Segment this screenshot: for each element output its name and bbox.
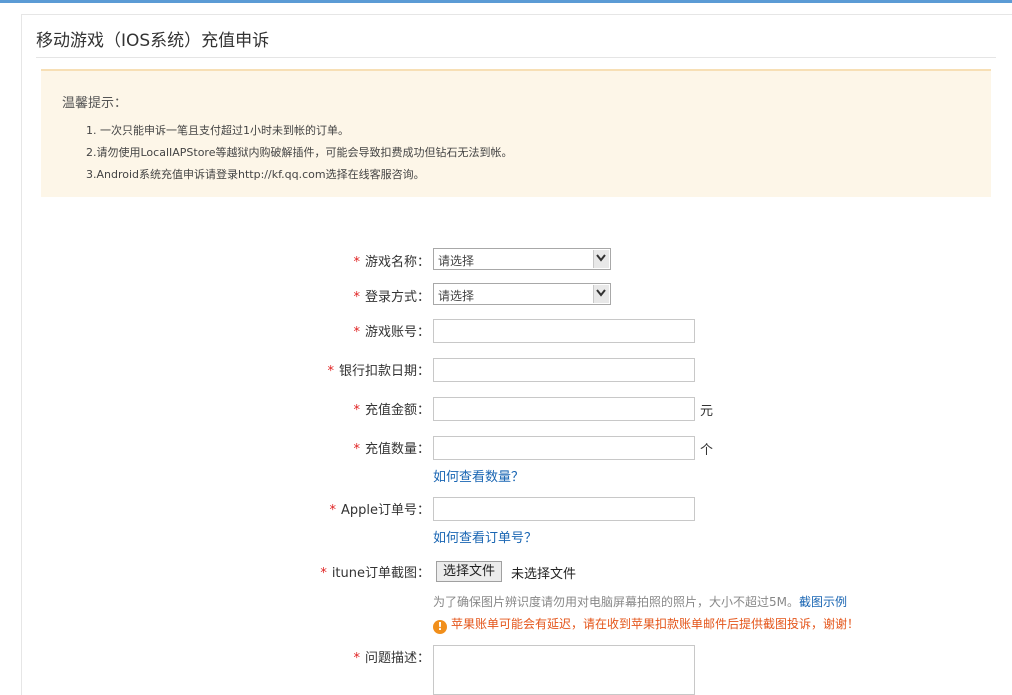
bank-date-label: * 银行扣款日期： (327, 364, 430, 379)
login-method-select-value: 请选择 (438, 289, 475, 303)
required-mark: * (353, 403, 360, 418)
upload-hint-text: 为了确保图片辨识度请勿用对电脑屏幕拍照的照片，大小不超过5M。 (433, 595, 799, 609)
required-mark: * (329, 503, 336, 518)
notice-item: 2.请勿使用LocalIAPStore等越狱内购破解插件，可能会导致扣费成功但钻… (86, 146, 513, 159)
title-divider (36, 57, 996, 58)
game-account-input[interactable] (433, 319, 695, 343)
required-mark: * (353, 651, 360, 666)
how-to-view-order-link[interactable]: 如何查看订单号？ (433, 527, 537, 546)
amount-unit: 元 (700, 404, 714, 419)
page-title: 移动游戏（IOS系统）充值申诉 (36, 31, 270, 51)
login-method-label: * 登录方式： (353, 290, 430, 305)
quantity-label: * 充值数量： (353, 442, 430, 457)
itunes-screenshot-label: * itune订单截图： (320, 566, 430, 581)
how-to-view-quantity-link[interactable]: 如何查看数量？ (433, 466, 524, 485)
amount-input[interactable] (433, 397, 695, 421)
game-name-label: * 游戏名称： (353, 255, 430, 270)
quantity-unit: 个 (700, 443, 714, 458)
game-name-select[interactable]: 请选择 (433, 248, 611, 270)
required-mark: * (353, 325, 360, 340)
screenshot-sample-link[interactable]: 截图示例 (799, 595, 847, 609)
warning-icon: ! (433, 620, 447, 634)
chevron-down-icon[interactable] (593, 285, 609, 303)
delay-warning: ! 苹果账单可能会有延迟，请在收到苹果扣款账单邮件后提供截图投诉，谢谢！ (433, 615, 859, 634)
notice-title: 温馨提示： (62, 96, 128, 111)
notice-item: 3.Android系统充值申诉请登录http://kf.qq.com选择在线客服… (86, 168, 425, 181)
amount-label: * 充值金额： (353, 403, 430, 418)
top-accent-bar (0, 0, 1012, 3)
required-mark: * (327, 364, 334, 379)
required-mark: * (353, 255, 360, 270)
chevron-down-icon[interactable] (593, 250, 609, 268)
bank-date-input[interactable] (433, 358, 695, 382)
login-method-select[interactable]: 请选择 (433, 283, 611, 305)
required-mark: * (353, 290, 360, 305)
required-mark: * (353, 442, 360, 457)
apple-order-input[interactable] (433, 497, 695, 521)
delay-warning-text: 苹果账单可能会有延迟，请在收到苹果扣款账单邮件后提供截图投诉，谢谢！ (451, 617, 860, 631)
required-mark: * (320, 566, 327, 581)
upload-hint: 为了确保图片辨识度请勿用对电脑屏幕拍照的照片，大小不超过5M。截图示例 (433, 593, 847, 610)
choose-file-button[interactable]: 选择文件 (436, 561, 503, 582)
game-account-label: * 游戏账号： (353, 325, 430, 340)
problem-label: * 问题描述： (353, 651, 430, 666)
apple-order-label: * Apple订单号： (329, 503, 430, 518)
notice-box: 温馨提示： 1. 一次只能申诉一笔且支付超过1小时未到帐的订单。 2.请勿使用L… (41, 69, 991, 197)
problem-textarea[interactable] (433, 645, 695, 695)
notice-item: 1. 一次只能申诉一笔且支付超过1小时未到帐的订单。 (86, 124, 349, 137)
game-name-select-value: 请选择 (438, 254, 475, 268)
file-status: 未选择文件 (511, 567, 577, 582)
quantity-input[interactable] (433, 436, 695, 460)
